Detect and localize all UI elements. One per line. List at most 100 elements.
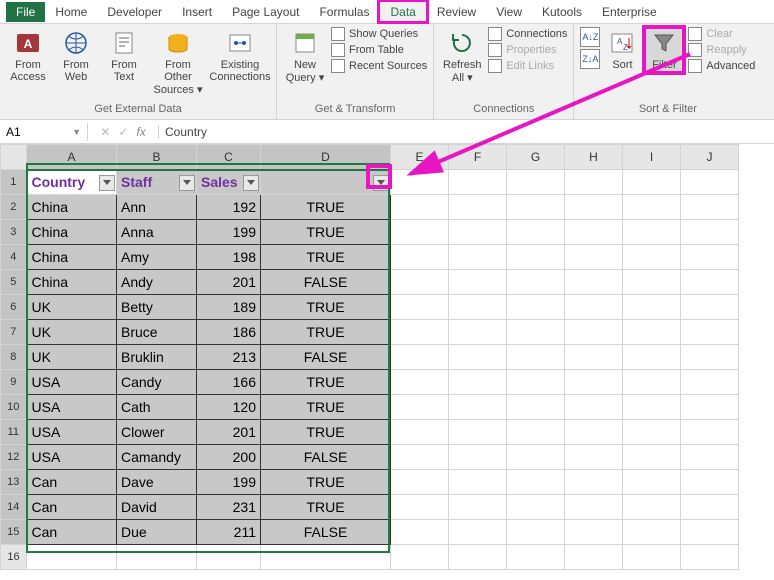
cell[interactable] [449,220,507,245]
name-box[interactable]: A1▼ [0,123,88,141]
cell[interactable]: Sales [197,170,261,195]
cell[interactable] [623,395,681,420]
cell[interactable] [623,370,681,395]
cell[interactable] [391,170,449,195]
cell[interactable]: TRUE [261,295,391,320]
row-header[interactable]: 3 [1,220,27,245]
row-header[interactable]: 15 [1,520,27,545]
cell[interactable] [623,445,681,470]
cell[interactable] [449,395,507,420]
cancel-icon[interactable]: ✕ [100,125,110,139]
cell[interactable]: UK [27,345,117,370]
tab-home[interactable]: Home [45,2,97,22]
from-text-button[interactable]: From Text [102,27,146,85]
cell[interactable] [681,270,739,295]
cell[interactable]: Bruklin [117,345,197,370]
row-header[interactable]: 13 [1,470,27,495]
cell[interactable]: Andy [117,270,197,295]
cell[interactable] [449,170,507,195]
cell[interactable]: Staff [117,170,197,195]
cell[interactable] [623,170,681,195]
cell[interactable]: Due [117,520,197,545]
new-query-button[interactable]: New Query ▾ [283,27,327,86]
from-access-button[interactable]: A From Access [6,27,50,85]
cell[interactable]: China [27,220,117,245]
worksheet[interactable]: A B C D E F G H I J 1 Country Staff Sale… [0,144,774,570]
cell[interactable]: Cath [117,395,197,420]
cell[interactable] [623,545,681,570]
cell[interactable] [565,370,623,395]
cell[interactable] [565,245,623,270]
cell[interactable] [391,245,449,270]
cell[interactable]: FALSE [261,520,391,545]
cell[interactable] [507,420,565,445]
cell[interactable] [391,370,449,395]
cell[interactable] [507,270,565,295]
cell[interactable] [507,320,565,345]
fx-icon[interactable]: fx [136,125,145,139]
cell[interactable]: FALSE [261,345,391,370]
cell[interactable] [507,545,565,570]
cell[interactable] [623,320,681,345]
cell[interactable] [449,195,507,220]
row-header[interactable]: 14 [1,495,27,520]
reapply-button[interactable]: Reapply [688,43,755,57]
existing-connections-button[interactable]: Existing Connections [210,27,270,85]
cell[interactable]: TRUE [261,420,391,445]
cell[interactable]: 201 [197,270,261,295]
cell[interactable] [391,495,449,520]
cell[interactable]: USA [27,395,117,420]
cell[interactable] [507,520,565,545]
cell[interactable] [449,445,507,470]
col-header-J[interactable]: J [681,145,739,170]
cell[interactable] [261,545,391,570]
cell[interactable]: Candy [117,370,197,395]
col-header-B[interactable]: B [117,145,197,170]
row-header[interactable]: 11 [1,420,27,445]
cell[interactable] [449,545,507,570]
cell[interactable] [623,420,681,445]
row-header[interactable]: 10 [1,395,27,420]
cell[interactable] [117,545,197,570]
cell[interactable]: Ann [117,195,197,220]
cell[interactable] [197,545,261,570]
cell[interactable] [261,170,391,195]
connections-button[interactable]: Connections [488,27,567,41]
cell[interactable] [623,470,681,495]
cell[interactable] [449,320,507,345]
cell[interactable]: USA [27,445,117,470]
cell[interactable] [565,195,623,220]
cell[interactable] [449,245,507,270]
cell[interactable] [681,470,739,495]
cell[interactable]: TRUE [261,220,391,245]
row-header[interactable]: 12 [1,445,27,470]
cell[interactable] [391,445,449,470]
cell[interactable] [565,345,623,370]
cell[interactable]: UK [27,295,117,320]
cell[interactable] [565,320,623,345]
cell[interactable]: TRUE [261,195,391,220]
cell[interactable]: 192 [197,195,261,220]
cell[interactable] [507,470,565,495]
row-header[interactable]: 1 [1,170,27,195]
col-header-C[interactable]: C [197,145,261,170]
cell[interactable] [507,370,565,395]
from-other-sources-button[interactable]: From Other Sources ▾ [150,27,206,98]
row-header[interactable]: 7 [1,320,27,345]
col-header-H[interactable]: H [565,145,623,170]
cell[interactable] [623,495,681,520]
cell[interactable]: Country [27,170,117,195]
cell[interactable]: 120 [197,395,261,420]
cell[interactable] [391,470,449,495]
row-header[interactable]: 9 [1,370,27,395]
filter-dropdown-C[interactable] [243,175,259,191]
filter-dropdown-D[interactable] [373,175,389,191]
cell[interactable]: Can [27,520,117,545]
col-header-E[interactable]: E [391,145,449,170]
cell[interactable]: TRUE [261,245,391,270]
cell[interactable] [565,470,623,495]
cell[interactable]: USA [27,370,117,395]
cell[interactable]: Amy [117,245,197,270]
cell[interactable]: 213 [197,345,261,370]
cell[interactable]: Bruce [117,320,197,345]
